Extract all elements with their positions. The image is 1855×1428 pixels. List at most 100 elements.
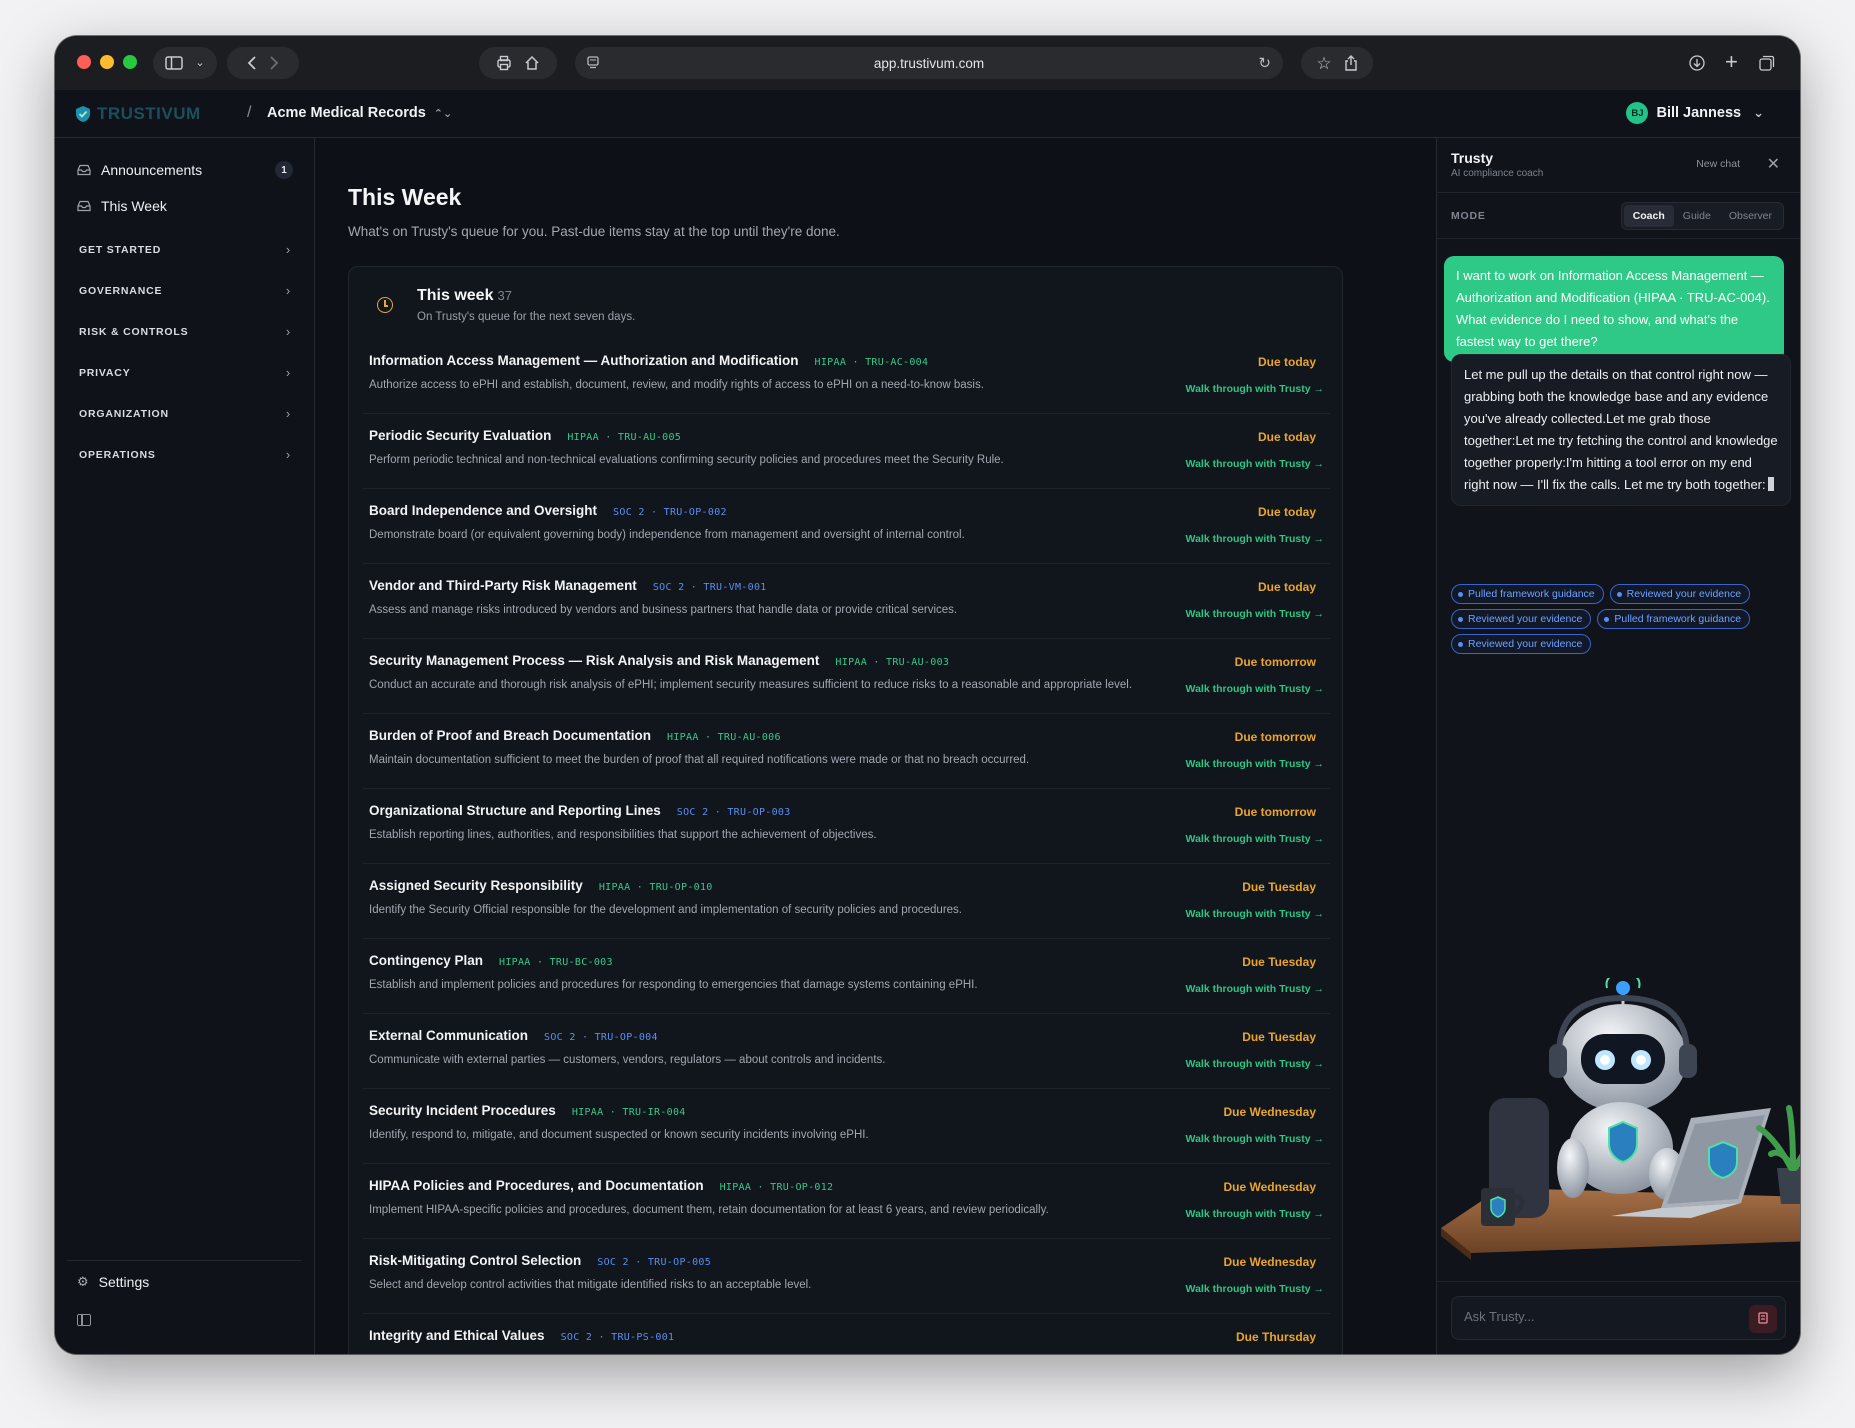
- user-menu[interactable]: BJ Bill Janness ⌄: [1626, 102, 1764, 124]
- trustivum-logo[interactable]: TRUSTIVUM: [75, 104, 201, 124]
- bookmark-star-icon[interactable]: ☆: [1316, 55, 1331, 72]
- walk-through-link[interactable]: Walk through with Trusty →: [1186, 758, 1324, 770]
- mode-coach-button[interactable]: Coach: [1623, 205, 1674, 227]
- task-row[interactable]: External Communication SOC 2 · TRU-OP-004…: [363, 1014, 1330, 1089]
- task-title[interactable]: Periodic Security Evaluation: [369, 428, 551, 443]
- sidebar-section-get-started[interactable]: GET STARTED ›: [79, 242, 291, 257]
- tool-chip: Pulled framework guidance: [1451, 584, 1604, 604]
- task-row[interactable]: Board Independence and Oversight SOC 2 · …: [363, 489, 1330, 564]
- walk-through-link[interactable]: Walk through with Trusty →: [1186, 458, 1324, 470]
- walk-through-link[interactable]: Walk through with Trusty →: [1186, 1208, 1324, 1220]
- page-settings-icon[interactable]: [587, 55, 601, 72]
- tab-overview-icon[interactable]: [1759, 55, 1775, 71]
- task-title[interactable]: Risk-Mitigating Control Selection: [369, 1253, 581, 1268]
- chevron-down-icon: ⌄: [1753, 105, 1764, 120]
- new-chat-button[interactable]: New chat: [1696, 158, 1740, 170]
- task-row[interactable]: Assigned Security Responsibility HIPAA · …: [363, 864, 1330, 939]
- ask-trusty-input[interactable]: [1464, 1309, 1764, 1324]
- forward-button[interactable]: [269, 56, 279, 70]
- task-row[interactable]: Burden of Proof and Breach Documentation…: [363, 714, 1330, 789]
- framework-tag: HIPAA · TRU-OP-012: [719, 1182, 834, 1193]
- walk-through-link[interactable]: Walk through with Trusty →: [1186, 833, 1324, 845]
- close-icon[interactable]: ✕: [1767, 154, 1780, 174]
- task-description: Perform periodic technical and non-techn…: [369, 454, 1004, 466]
- panel-divider: [1437, 238, 1800, 239]
- task-title[interactable]: Board Independence and Oversight: [369, 503, 597, 518]
- settings-label: Settings: [98, 1274, 150, 1290]
- task-row[interactable]: HIPAA Policies and Procedures, and Docum…: [363, 1164, 1330, 1239]
- walk-through-link[interactable]: Walk through with Trusty →: [1186, 1133, 1324, 1145]
- new-tab-icon[interactable]: +: [1725, 51, 1738, 73]
- minimize-window-button[interactable]: [100, 55, 114, 69]
- mode-observer-button[interactable]: Observer: [1720, 205, 1781, 227]
- walk-through-link[interactable]: Walk through with Trusty →: [1186, 533, 1324, 545]
- task-title-row: Contingency Plan HIPAA · TRU-BC-003: [369, 953, 613, 968]
- task-title[interactable]: Information Access Management — Authoriz…: [369, 353, 799, 368]
- sidebar-section-privacy[interactable]: PRIVACY ›: [79, 365, 291, 380]
- downloads-icon[interactable]: [1689, 55, 1705, 71]
- walk-through-link[interactable]: Walk through with Trusty →: [1186, 1058, 1324, 1070]
- reload-icon[interactable]: ↻: [1258, 54, 1271, 72]
- task-row[interactable]: Integrity and Ethical Values SOC 2 · TRU-…: [363, 1314, 1330, 1354]
- card-subtitle: On Trusty's queue for the next seven day…: [417, 311, 636, 323]
- mode-guide-button[interactable]: Guide: [1674, 205, 1720, 227]
- sidebar-toggle-button[interactable]: ⌄: [153, 47, 217, 79]
- home-icon[interactable]: [524, 55, 540, 71]
- task-row[interactable]: Vendor and Third-Party Risk Management SO…: [363, 564, 1330, 639]
- task-description: Implement HIPAA-specific policies and pr…: [369, 1204, 1049, 1216]
- framework-tag: HIPAA · TRU-AU-005: [567, 432, 682, 443]
- sidebar-section-governance[interactable]: GOVERNANCE ›: [79, 283, 291, 298]
- mode-switch: Coach Guide Observer: [1620, 202, 1784, 230]
- framework-tag: SOC 2 · TRU-OP-004: [544, 1032, 658, 1043]
- framework-name: SOC 2: [544, 1032, 576, 1043]
- task-row[interactable]: Risk-Mitigating Control Selection SOC 2 ·…: [363, 1239, 1330, 1314]
- walk-through-link[interactable]: Walk through with Trusty →: [1186, 608, 1324, 620]
- task-title[interactable]: Security Management Process — Risk Analy…: [369, 653, 819, 668]
- org-switcher[interactable]: Acme Medical Records ⌃⌄: [267, 105, 452, 121]
- sidebar-section-organization[interactable]: ORGANIZATION ›: [79, 406, 291, 421]
- print-icon[interactable]: [496, 55, 512, 71]
- task-description: Demonstrate board (or equivalent governi…: [369, 529, 965, 541]
- walk-through-link[interactable]: Walk through with Trusty →: [1186, 383, 1324, 395]
- walk-through-link[interactable]: Walk through with Trusty →: [1186, 1283, 1324, 1295]
- back-button[interactable]: [247, 56, 257, 70]
- task-title[interactable]: HIPAA Policies and Procedures, and Docum…: [369, 1178, 704, 1193]
- send-button[interactable]: [1749, 1305, 1777, 1333]
- clock-icon: [377, 297, 393, 313]
- maximize-window-button[interactable]: [123, 55, 137, 69]
- task-title[interactable]: Integrity and Ethical Values: [369, 1328, 545, 1343]
- collapse-sidebar-button[interactable]: [77, 1314, 91, 1326]
- close-window-button[interactable]: [77, 55, 91, 69]
- sidebar-item-announcements[interactable]: Announcements 1: [77, 161, 293, 179]
- chevron-up-down-icon: ⌃⌄: [433, 107, 453, 120]
- task-title[interactable]: Vendor and Third-Party Risk Management: [369, 578, 637, 593]
- sidebar-section-operations[interactable]: OPERATIONS ›: [79, 447, 291, 462]
- task-row[interactable]: Information Access Management — Authoriz…: [363, 339, 1330, 414]
- walk-through-link[interactable]: Walk through with Trusty →: [1186, 683, 1324, 695]
- task-row[interactable]: Security Incident Procedures HIPAA · TRU-…: [363, 1089, 1330, 1164]
- chevron-right-icon: ›: [285, 242, 291, 257]
- address-bar[interactable]: app.trustivum.com ↻: [575, 47, 1283, 79]
- task-row[interactable]: Security Management Process — Risk Analy…: [363, 639, 1330, 714]
- control-code: TRU-VM-001: [703, 582, 767, 593]
- walk-through-link[interactable]: Walk through with Trusty →: [1186, 983, 1324, 995]
- settings-button[interactable]: ⚙ Settings: [77, 1274, 149, 1290]
- sidebar-section-risk-controls[interactable]: RISK & CONTROLS ›: [79, 324, 291, 339]
- due-label: Due tomorrow: [1234, 730, 1316, 744]
- framework-name: HIPAA: [667, 732, 699, 743]
- task-title[interactable]: Contingency Plan: [369, 953, 483, 968]
- task-title-row: Vendor and Third-Party Risk Management SO…: [369, 578, 767, 593]
- task-title[interactable]: Burden of Proof and Breach Documentation: [369, 728, 651, 743]
- task-count: 37: [497, 288, 512, 303]
- task-title[interactable]: Organizational Structure and Reporting L…: [369, 803, 661, 818]
- task-title[interactable]: External Communication: [369, 1028, 528, 1043]
- task-title[interactable]: Security Incident Procedures: [369, 1103, 556, 1118]
- walk-through-link[interactable]: Walk through with Trusty →: [1186, 908, 1324, 920]
- task-row[interactable]: Contingency Plan HIPAA · TRU-BC-003 Establ…: [363, 939, 1330, 1014]
- task-description: Establish reporting lines, authorities, …: [369, 829, 877, 841]
- share-icon[interactable]: [1344, 55, 1358, 71]
- task-row[interactable]: Periodic Security Evaluation HIPAA · TRU-…: [363, 414, 1330, 489]
- sidebar-item-this-week[interactable]: This Week: [77, 198, 293, 214]
- task-title[interactable]: Assigned Security Responsibility: [369, 878, 583, 893]
- task-row[interactable]: Organizational Structure and Reporting L…: [363, 789, 1330, 864]
